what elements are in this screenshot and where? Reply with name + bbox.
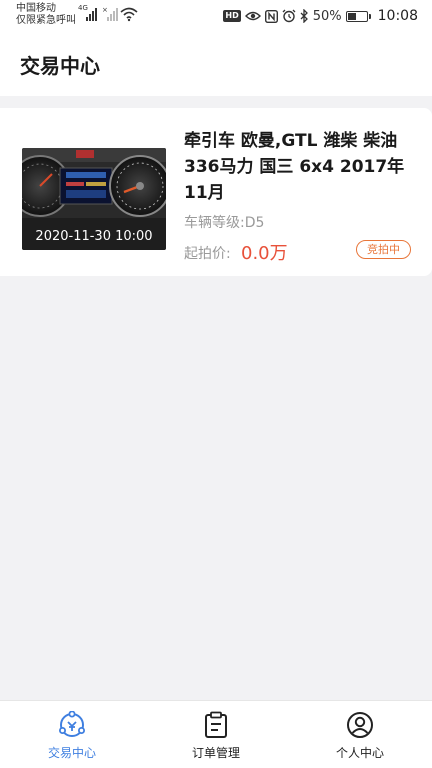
- listing-title: 牵引车 欧曼,GTL 潍柴 柴油 336马力 国三 6x4 2017年11月: [184, 131, 405, 203]
- vehicle-dashboard-image: 2020-11-30 10:00: [22, 148, 166, 250]
- starting-price-label: 起拍价:: [184, 246, 231, 262]
- status-bar: 中国移动 仅限紧急呼叫 4G × HD 50% 10:08: [0, 0, 432, 32]
- nav-label: 个人中心: [335, 746, 384, 760]
- wifi-icon: [120, 6, 138, 26]
- battery-icon: [345, 10, 371, 22]
- vehicle-grade: 车辆等级:D5: [184, 215, 265, 231]
- clock: 10:08: [377, 8, 418, 24]
- nav-item-trade-center[interactable]: 交易中心: [0, 701, 144, 768]
- alarm-icon: [282, 9, 296, 23]
- eye-icon: [244, 11, 261, 21]
- carrier-name: 中国移动: [16, 3, 56, 14]
- clipboard-icon: [205, 711, 227, 738]
- starting-price-value: 0.0万: [241, 243, 288, 264]
- bottom-nav: 交易中心 订单管理 个人中心: [0, 700, 432, 768]
- svg-text:×: ×: [102, 6, 108, 14]
- bluetooth-icon: [300, 9, 308, 23]
- carrier-status: 仅限紧急呼叫: [16, 15, 76, 26]
- exchange-hub-icon: [59, 711, 85, 737]
- battery-percent: 50%: [312, 8, 342, 24]
- nav-item-order-management[interactable]: 订单管理: [144, 701, 288, 768]
- status-icons: HD 50% 10:08: [223, 7, 418, 25]
- nav-item-personal-center[interactable]: 个人中心: [288, 701, 432, 768]
- no-signal-icon: ×: [102, 6, 120, 26]
- carrier-info: 中国移动 仅限紧急呼叫: [16, 3, 76, 27]
- nfc-icon: [264, 9, 278, 23]
- user-icon: [347, 712, 373, 738]
- nav-label: 订单管理: [191, 746, 240, 760]
- app-header: 交易中心: [0, 32, 432, 96]
- auction-date: 2020-11-30 10:00: [35, 229, 153, 244]
- hd-icon: HD: [223, 10, 241, 22]
- auction-status-badge: 竞拍中: [356, 240, 411, 259]
- nav-label: 交易中心: [47, 746, 96, 760]
- page-title: 交易中心: [20, 54, 100, 78]
